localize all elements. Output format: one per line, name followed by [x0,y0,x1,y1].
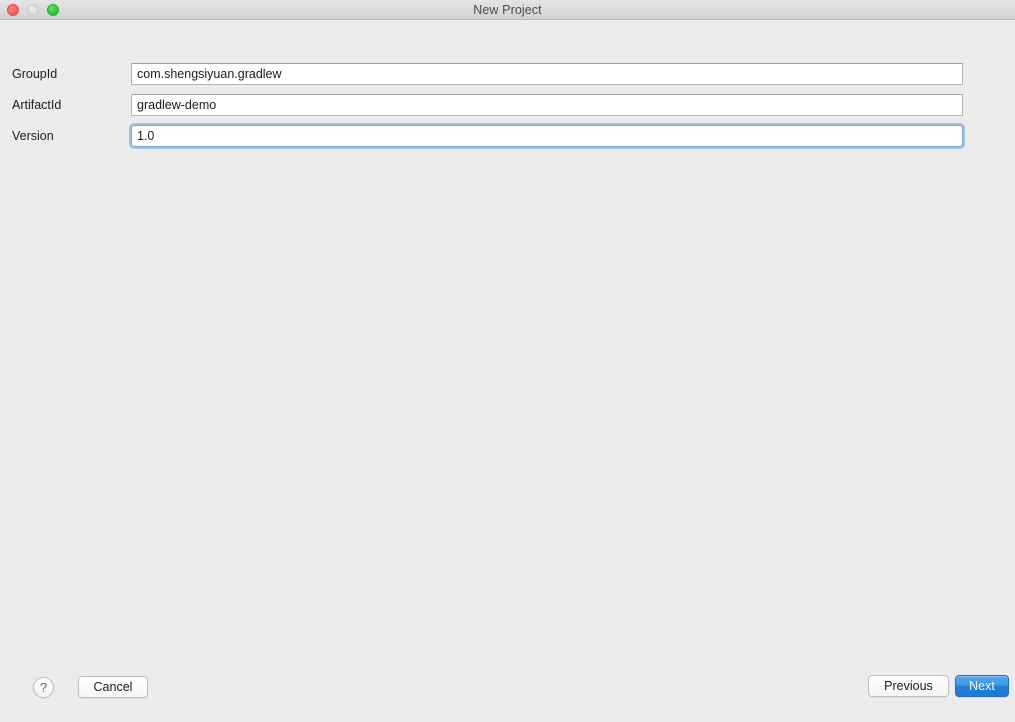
minimize-window-button [27,4,39,16]
form-row-groupid: GroupId [0,61,1015,87]
form-row-version: Version [0,123,1015,149]
cancel-button[interactable]: Cancel [78,676,148,698]
next-button[interactable]: Next [955,675,1009,697]
artifactid-label: ArtifactId [12,98,62,112]
window-controls [7,4,59,16]
title-bar: New Project [0,0,1015,20]
form-row-artifactid: ArtifactId [0,92,1015,118]
maximize-window-button[interactable] [47,4,59,16]
version-label: Version [12,129,54,143]
artifactid-input[interactable] [131,94,963,116]
new-project-dialog: New Project GroupId ArtifactId Version ?… [0,0,1015,722]
close-window-button[interactable] [7,4,19,16]
window-title: New Project [473,3,542,17]
groupid-input[interactable] [131,63,963,85]
previous-button[interactable]: Previous [868,675,949,697]
version-input[interactable] [131,125,963,147]
help-button[interactable]: ? [33,677,54,698]
dialog-footer: ? Cancel Previous Next [0,674,1015,722]
groupid-label: GroupId [12,67,58,81]
